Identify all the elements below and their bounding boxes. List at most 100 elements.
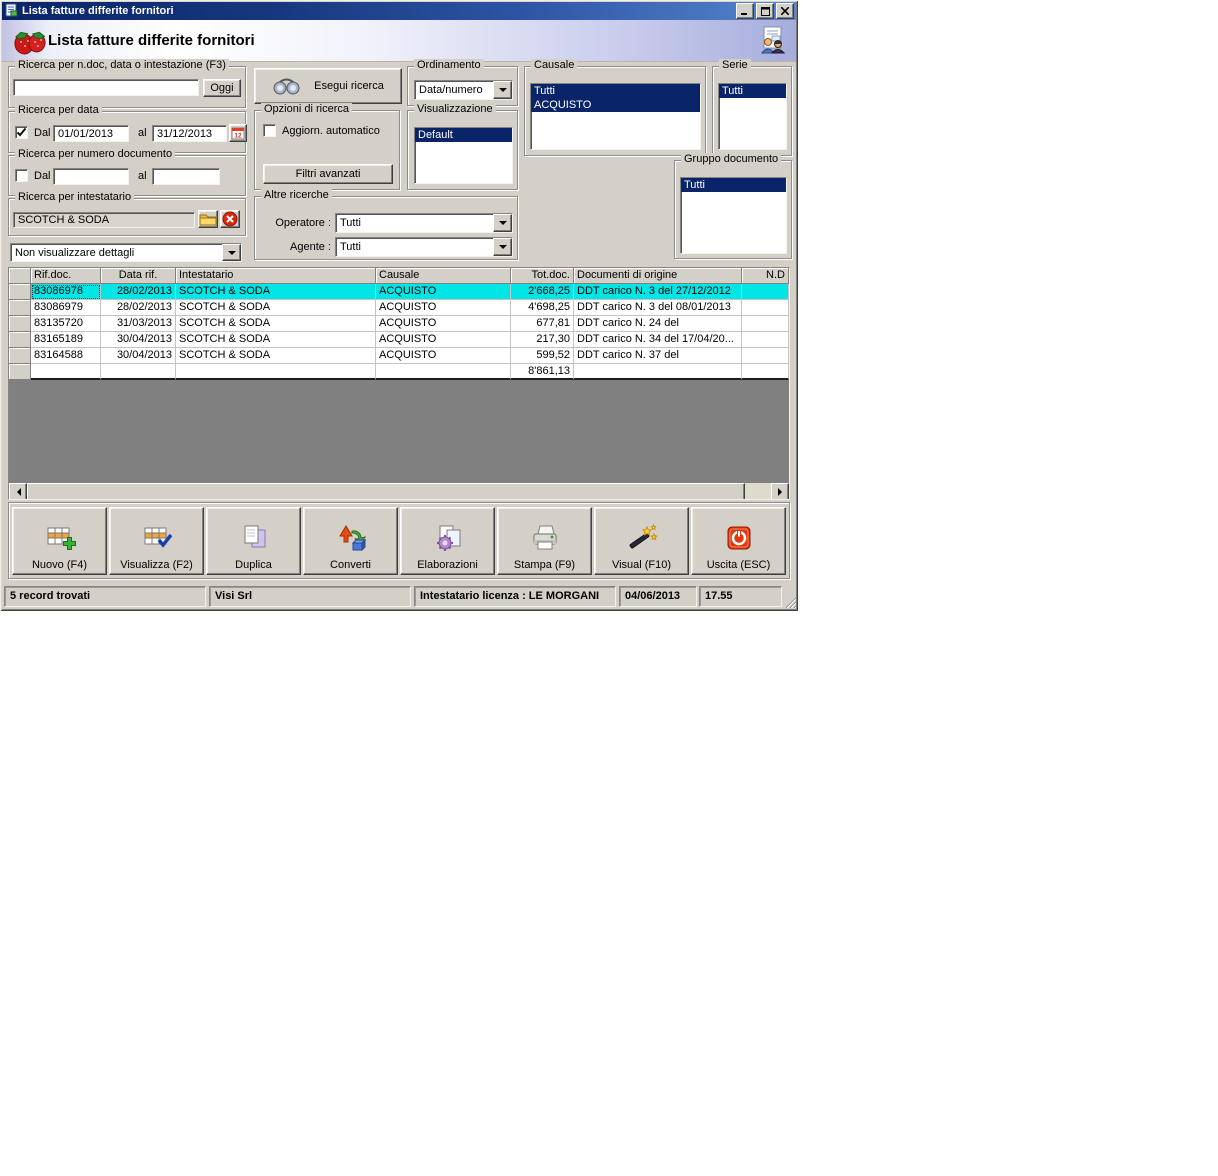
window-icon: [4, 3, 18, 20]
esegui-ricerca-button[interactable]: Esegui ricerca: [254, 68, 402, 104]
row-header-cell[interactable]: [9, 332, 31, 348]
table-row[interactable]: 8'861,13: [9, 364, 789, 380]
agente-combobox[interactable]: Tutti: [335, 237, 513, 257]
table-cell: [742, 348, 789, 364]
altre-ricerche-group: Altre ricerche Operatore : Tutti Agente …: [254, 189, 518, 260]
ordinamento-group-label: Ordinamento: [414, 59, 484, 71]
close-button[interactable]: [776, 3, 794, 19]
resize-grip[interactable]: [784, 596, 797, 611]
toolbar-button-visualizza-f2[interactable]: Visualizza (F2): [109, 507, 204, 575]
auto-refresh-checkbox[interactable]: [263, 124, 276, 137]
minimize-button[interactable]: [736, 3, 754, 19]
calendar-button[interactable]: 12: [229, 124, 247, 142]
scroll-left-icon[interactable]: [9, 483, 27, 499]
causale-listbox[interactable]: Tutti ACQUISTO: [530, 83, 701, 150]
table-cell: [376, 364, 511, 380]
list-item[interactable]: Default: [415, 128, 512, 142]
status-date: 04/06/2013: [619, 586, 697, 607]
table-cell: 83086978: [31, 284, 101, 300]
toolbar-button-stampa-f9[interactable]: Stampa (F9): [497, 507, 592, 575]
table-row[interactable]: 83164588 30/04/2013 SCOTCH & SODA ACQUISTO 5…: [9, 348, 789, 364]
list-item[interactable]: Tutti: [681, 178, 786, 192]
row-header-cell[interactable]: [9, 348, 31, 364]
chevron-down-icon[interactable]: [493, 214, 512, 232]
date-from-input[interactable]: [53, 125, 129, 142]
grid-empty-area: [9, 380, 789, 483]
row-header-cell[interactable]: [9, 316, 31, 332]
date-to-input[interactable]: [152, 125, 227, 142]
scrollbar-thumb[interactable]: [27, 483, 745, 499]
search-doc-input[interactable]: [13, 79, 199, 96]
operatore-combobox[interactable]: Tutti: [335, 213, 513, 233]
column-header-rif-doc[interactable]: Rif.doc.: [31, 268, 101, 284]
toolbar-button-nuovo-f4[interactable]: Nuovo (F4): [12, 507, 107, 575]
titlebar: Lista fatture differite fornitori: [2, 2, 796, 20]
table-cell: [742, 284, 789, 300]
column-header-tot-doc[interactable]: Tot.doc.: [511, 268, 574, 284]
details-combobox[interactable]: Non visualizzare dettagli: [10, 243, 242, 262]
search-date-group: Ricerca per data Dal al 12: [8, 104, 247, 153]
strawberries-icon: [10, 24, 50, 61]
table-row[interactable]: 83165189 30/04/2013 SCOTCH & SODA ACQUISTO 2…: [9, 332, 789, 348]
table-cell: [574, 364, 742, 380]
toolbar-button-label: Elaborazioni: [417, 559, 478, 571]
number-to-input[interactable]: [152, 168, 220, 185]
maximize-button[interactable]: [756, 3, 774, 19]
list-item[interactable]: ACQUISTO: [531, 98, 700, 112]
toolbar-button-visual-f10[interactable]: Visual (F10): [594, 507, 689, 575]
horizontal-scrollbar[interactable]: [9, 483, 789, 499]
table-cell: SCOTCH & SODA: [176, 284, 376, 300]
table-cell: ACQUISTO: [376, 348, 511, 364]
scroll-right-icon[interactable]: [771, 483, 789, 499]
table-cell: 677,81: [511, 316, 574, 332]
toolbar-button-duplica[interactable]: Duplica: [206, 507, 301, 575]
table-row[interactable]: 83086979 28/02/2013 SCOTCH & SODA ACQUISTO 4…: [9, 300, 789, 316]
browse-holder-button[interactable]: [198, 210, 218, 228]
number-from-input[interactable]: [53, 168, 129, 185]
table-cell: [31, 364, 101, 380]
column-header-documenti-di-origine[interactable]: Documenti di origine: [574, 268, 742, 284]
row-header-cell[interactable]: [9, 364, 31, 380]
table-row[interactable]: 83135720 31/03/2013 SCOTCH & SODA ACQUISTO 6…: [9, 316, 789, 332]
table-cell: 8'861,13: [511, 364, 574, 380]
table-cell: 2'668,25: [511, 284, 574, 300]
list-item[interactable]: Tutti: [531, 84, 700, 98]
table-cell: 28/02/2013: [101, 300, 176, 316]
table-cell: 31/03/2013: [101, 316, 176, 332]
toolbar-button-label: Visualizza (F2): [120, 559, 193, 571]
toolbar-button-converti[interactable]: Converti: [303, 507, 398, 575]
table-row[interactable]: 83086978 28/02/2013 SCOTCH & SODA ACQUISTO 2…: [9, 284, 789, 300]
column-header-n-d[interactable]: N.D: [742, 268, 789, 284]
customers-icon[interactable]: [756, 25, 786, 58]
holder-input[interactable]: [13, 212, 195, 228]
column-header-causale[interactable]: Causale: [376, 268, 511, 284]
chevron-down-icon[interactable]: [493, 81, 512, 99]
toolbar-button-elaborazioni[interactable]: Elaborazioni: [400, 507, 495, 575]
chevron-down-icon[interactable]: [493, 238, 512, 256]
toolbar-button-label: Converti: [330, 559, 371, 571]
row-header-cell[interactable]: [9, 300, 31, 316]
ordinamento-combobox[interactable]: Data/numero: [414, 80, 513, 100]
serie-listbox[interactable]: Tutti: [718, 83, 787, 150]
today-button[interactable]: Oggi: [203, 79, 241, 97]
grid-header-row: Rif.doc. Data rif. Intestatario Causale Tot.…: [9, 268, 789, 284]
table-cell: 28/02/2013: [101, 284, 176, 300]
toolbar-button-uscita-esc[interactable]: Uscita (ESC): [691, 507, 786, 575]
chevron-down-icon[interactable]: [222, 244, 241, 261]
list-item[interactable]: Tutti: [719, 84, 786, 98]
date-dal-label: Dal: [34, 127, 51, 139]
toolbar-button-label: Visual (F10): [611, 559, 672, 571]
column-header-intestatario[interactable]: Intestatario: [176, 268, 376, 284]
scrollbar-track[interactable]: [745, 483, 771, 499]
date-range-checkbox[interactable]: [15, 126, 28, 139]
causale-group-label: Causale: [531, 59, 578, 71]
column-header-data-rif[interactable]: Data rif.: [101, 268, 176, 284]
number-range-checkbox[interactable]: [15, 169, 28, 182]
table-cell: SCOTCH & SODA: [176, 300, 376, 316]
gruppo-documento-listbox[interactable]: Tutti: [680, 177, 787, 254]
visualizzazione-listbox[interactable]: Default: [414, 127, 513, 184]
row-header-cell[interactable]: [9, 284, 31, 300]
table-cell: 217,30: [511, 332, 574, 348]
filtri-avanzati-button[interactable]: Filtri avanzati: [263, 164, 393, 184]
clear-holder-button[interactable]: [220, 210, 240, 228]
